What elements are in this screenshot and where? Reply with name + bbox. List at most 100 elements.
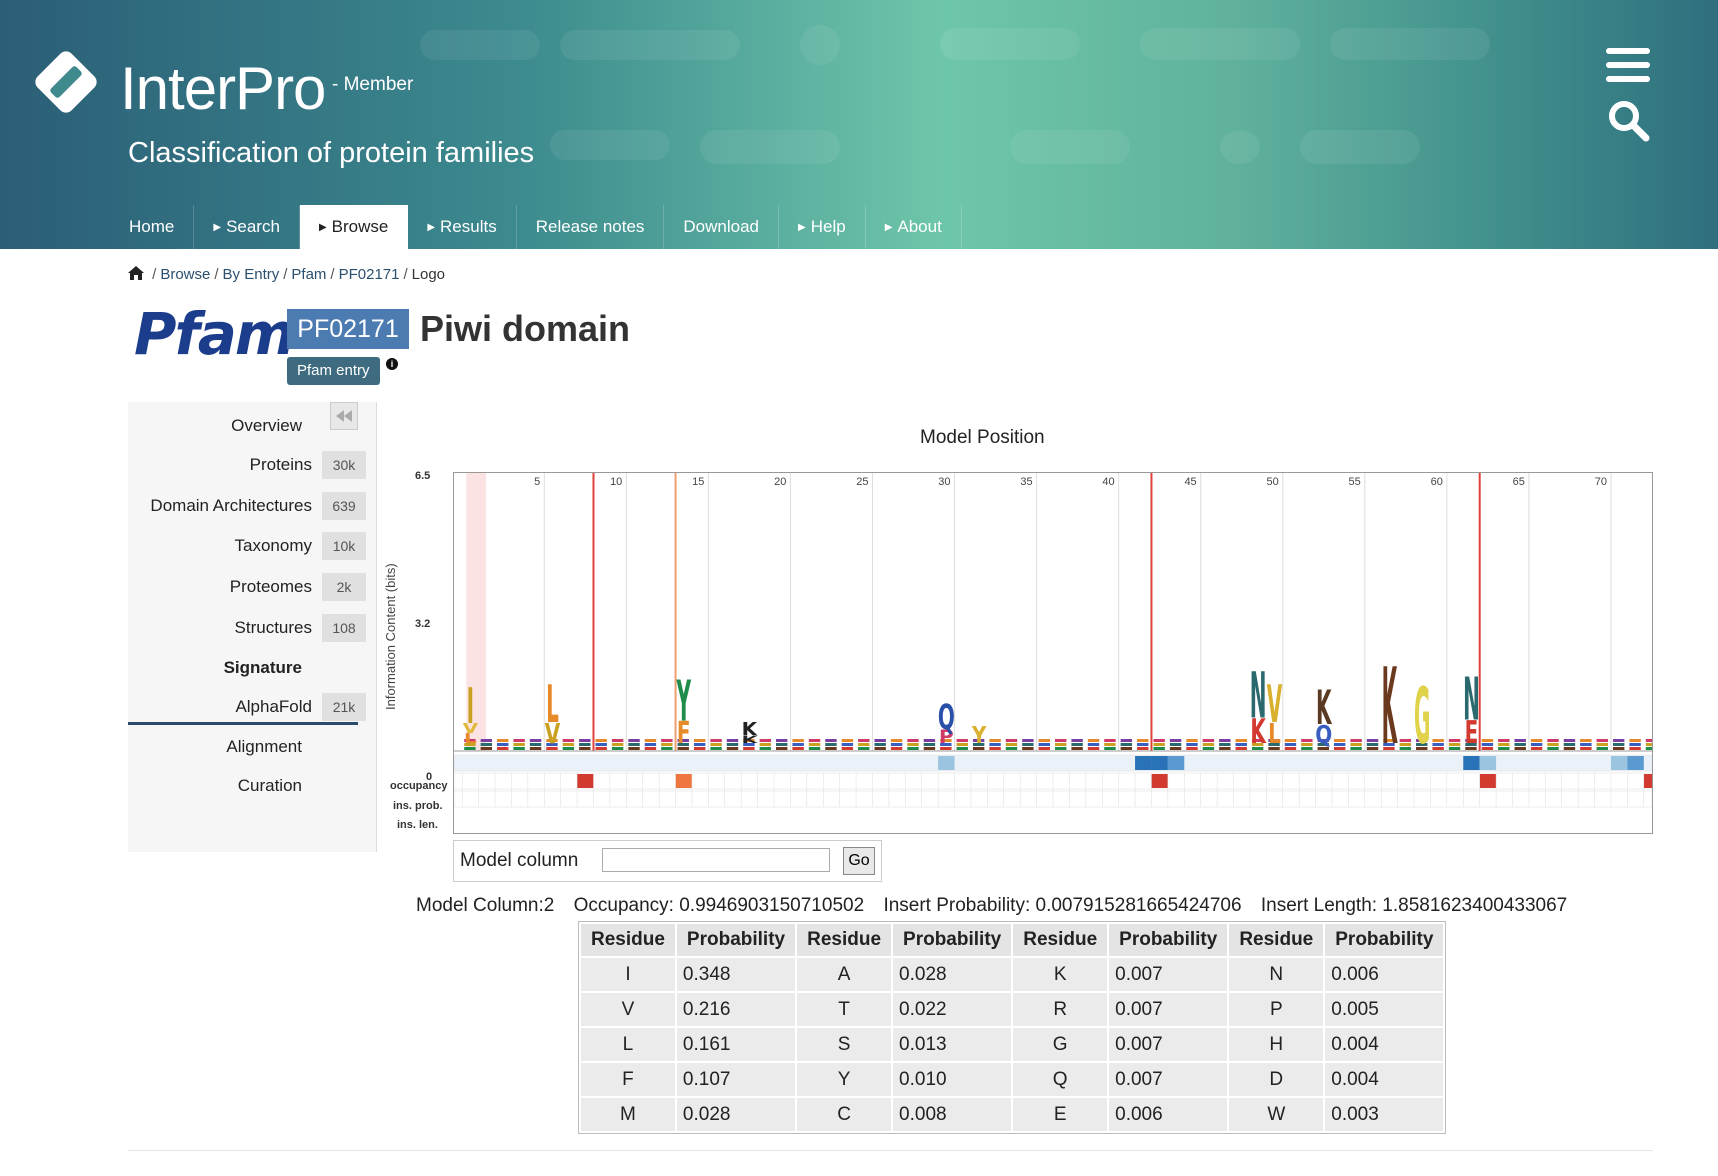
residue-cell: M — [581, 1098, 675, 1131]
breadcrumb-item[interactable]: By Entry — [223, 266, 280, 283]
residue-letter: V — [1267, 676, 1283, 735]
residue-stack-mark — [513, 739, 525, 742]
residue-stack-mark — [890, 743, 903, 746]
residue-stack-mark — [1563, 739, 1576, 742]
nav-help[interactable]: ▶ Help — [779, 205, 866, 249]
residue-stack-mark — [1219, 743, 1231, 746]
insert-length-value: Insert Length: 1.8581623400433067 — [1260, 895, 1568, 916]
breadcrumb-item[interactable]: Pfam — [291, 266, 326, 283]
residue-stack-mark — [1169, 743, 1182, 746]
residue-stack-mark — [1235, 739, 1247, 742]
table-header: Residue — [1013, 924, 1108, 956]
go-button[interactable]: Go — [843, 847, 875, 875]
caret-right-icon: ▶ — [884, 222, 893, 233]
probability-cell: 0.007 — [1109, 1028, 1228, 1061]
residue-stack-mark — [1087, 743, 1100, 746]
residue-stack-mark — [1448, 739, 1461, 742]
search-icon[interactable] — [1606, 98, 1650, 142]
residue-stack-mark — [1186, 739, 1198, 742]
nav-download[interactable]: Download — [664, 205, 780, 249]
sidebar-item-label: Proteomes — [229, 577, 312, 596]
sidebar-item-alphafold[interactable]: AlphaFold 21k — [128, 689, 376, 725]
residue-stack-mark — [989, 743, 1001, 746]
residue-stack-mark — [1498, 747, 1510, 750]
info-icon[interactable]: i — [386, 358, 398, 370]
residue-stack-mark — [1284, 743, 1297, 746]
hmm-logo-canvas[interactable]: 5 10 15 20 25 30 35 40 45 50 55 60 65 70LVI VL FYKK PQ Y K… — [454, 473, 1652, 833]
pfam-logo: Pfam — [134, 300, 295, 368]
breadcrumb-item[interactable]: PF02171 — [339, 266, 400, 283]
residue-stack-mark — [1022, 747, 1034, 750]
residue-stack-mark — [1235, 747, 1247, 750]
entry-type-badge: Pfam entry — [287, 357, 380, 385]
residue-stack-mark — [759, 739, 772, 742]
probability-cell: 0.005 — [1325, 993, 1444, 1026]
residue-stack-mark — [825, 739, 837, 742]
residue-letter: Y — [676, 668, 691, 733]
row-label-ins-len: ins. len. — [397, 819, 438, 831]
insert-probability-value: Insert Probability: 0.007915281665424706 — [883, 895, 1242, 916]
residue-stack-mark — [1530, 739, 1543, 742]
hmm-logo[interactable]: 5 10 15 20 25 30 35 40 45 50 55 60 65 70 L V I V L F Y K K P Q Y K… — [453, 472, 1653, 834]
sidebar-item-structures[interactable]: Structures 108 — [128, 610, 376, 646]
residue-stack-mark — [1120, 743, 1133, 746]
residue-stack-mark — [1629, 739, 1641, 742]
sidebar-item-proteomes[interactable]: Proteomes 2k — [128, 569, 376, 605]
site-header: InterPro - Member Classification of prot… — [0, 0, 1718, 249]
sidebar-item-signature[interactable]: Signature — [128, 650, 376, 686]
sidebar-item-domain-architectures[interactable]: Domain Architectures 639 — [128, 488, 376, 524]
sidebar-item-taxonomy[interactable]: Taxonomy 10k — [128, 528, 376, 564]
breadcrumb-separator: / — [330, 266, 335, 283]
sidebar-item-alignment[interactable]: Alignment — [128, 729, 376, 765]
interpro-logo-icon[interactable] — [30, 46, 102, 118]
residue-stack-mark — [792, 747, 804, 750]
residue-stack-mark — [1104, 743, 1116, 746]
hamburger-menu-icon[interactable] — [1606, 48, 1650, 84]
residue-cell: V — [581, 993, 675, 1026]
nav-results[interactable]: ▶ Results — [408, 205, 517, 249]
residue-stack-mark — [1301, 739, 1313, 742]
nav-browse[interactable]: ▶ Browse — [299, 205, 409, 249]
sidebar-item-label: Domain Architectures — [150, 496, 312, 515]
residue-cell: I — [581, 958, 675, 991]
nav-about[interactable]: ▶ About — [866, 205, 962, 249]
residue-stack-mark — [1005, 743, 1018, 746]
residue-stack-mark — [923, 739, 936, 742]
insert-probability-cell — [675, 774, 692, 788]
brand-subtitle: - Member — [332, 74, 414, 95]
sidebar-item-curation[interactable]: Curation — [128, 768, 376, 804]
residue-stack-mark — [1645, 743, 1652, 746]
residue-stack-mark — [1612, 739, 1625, 742]
site-tagline: Classification of protein families — [128, 137, 535, 169]
occupancy-cell — [1135, 756, 1152, 770]
divider — [128, 1150, 1653, 1151]
sidebar-item-count: 10k — [322, 532, 366, 560]
breadcrumb-item[interactable]: Browse — [160, 266, 210, 283]
residue-stack-mark — [693, 743, 706, 746]
model-column-input[interactable] — [602, 848, 830, 872]
residue-stack-mark — [1530, 747, 1543, 750]
residue-stack-mark — [710, 743, 722, 746]
nav-release-notes[interactable]: Release notes — [517, 205, 665, 249]
table-header: Probability — [1325, 924, 1444, 956]
residue-stack-mark — [628, 747, 640, 750]
residue-letter: L — [546, 676, 559, 735]
brand-name[interactable]: InterPro — [120, 54, 326, 123]
residue-stack-mark — [1530, 743, 1543, 746]
home-icon[interactable] — [128, 266, 144, 280]
collapse-sidebar-button[interactable] — [330, 402, 358, 430]
sidebar-item-proteins[interactable]: Proteins 30k — [128, 447, 376, 483]
residue-stack-mark — [1202, 747, 1215, 750]
probability-cell: 0.007 — [1109, 958, 1228, 991]
nav-search[interactable]: ▶ Search — [194, 205, 300, 249]
nav-home[interactable]: Home — [110, 205, 195, 249]
residue-stack-mark — [858, 743, 870, 746]
residue-stack-mark — [1645, 747, 1652, 750]
residue-stack-mark — [1022, 739, 1034, 742]
probability-cell: 0.007 — [1109, 1063, 1228, 1096]
position-tick-label: 5 — [534, 476, 540, 488]
position-tick-label: 25 — [856, 476, 868, 488]
residue-stack-mark — [989, 747, 1001, 750]
occupancy-cell — [1627, 756, 1644, 770]
residue-letter: G — [1414, 673, 1430, 762]
